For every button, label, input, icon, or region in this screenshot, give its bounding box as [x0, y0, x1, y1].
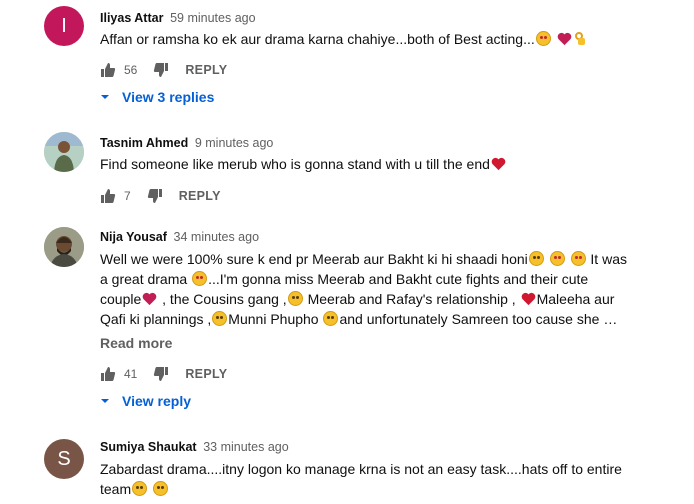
grinning-emoji-icon	[528, 251, 544, 266]
red-heart-emoji-icon	[491, 157, 506, 171]
reply-button[interactable]: REPLY	[185, 63, 227, 77]
red-heart-emoji-icon	[521, 292, 536, 306]
comment-text-line: team	[100, 481, 132, 497]
comment-text-line: a great drama	[100, 271, 188, 287]
comment-text: Find someone like merub who is gonna sta…	[100, 154, 640, 174]
comment-time[interactable]: 34 minutes ago	[174, 230, 259, 244]
thumbs-down-icon[interactable]	[153, 366, 169, 382]
comment-header: Tasnim Ahmed 9 minutes ago	[100, 135, 273, 151]
comment-text-line: , the Cousins gang ,	[162, 291, 287, 307]
thumbs-up-icon[interactable]	[100, 188, 116, 204]
grinning-emoji-icon	[132, 481, 148, 496]
avatar-photo-icon	[44, 227, 84, 267]
comment-header: Iliyas Attar 59 minutes ago	[100, 10, 256, 26]
comment-text-line: and unfortunately Samreen too cause she …	[339, 311, 618, 327]
comment-time[interactable]: 9 minutes ago	[195, 136, 274, 150]
comment-text: Well we were 100% sure k end pr Meerab a…	[100, 249, 640, 329]
comment-text: Zabardast drama....itny logon ko manage …	[100, 459, 640, 499]
comment-actions: 7 REPLY	[100, 186, 221, 206]
heart-eyes-emoji-icon	[192, 271, 208, 286]
comment-text-line: Well we were 100% sure k end pr Meerab a…	[100, 251, 528, 267]
view-replies-button[interactable]: View 3 replies	[100, 87, 214, 107]
avatar[interactable]: I	[44, 6, 84, 46]
thumbs-up-icon[interactable]	[100, 62, 116, 78]
comment-text-line: Munni Phupho	[228, 311, 319, 327]
avatar[interactable]: S	[44, 439, 84, 479]
comments-section: I Iliyas Attar 59 minutes ago Affan or r…	[0, 0, 694, 504]
avatar-photo-icon	[44, 132, 84, 172]
chevron-down-icon	[100, 396, 110, 406]
avatar[interactable]	[44, 227, 84, 267]
thumbs-down-icon[interactable]	[153, 62, 169, 78]
comment-text-line: Find someone like merub who is gonna sta…	[100, 156, 490, 172]
like-count: 41	[124, 367, 138, 381]
heart-eyes-emoji-icon	[535, 31, 551, 46]
heart-eyes-emoji-icon	[570, 251, 586, 266]
laughing-emoji-icon	[323, 311, 339, 326]
like-count: 56	[124, 63, 138, 77]
comment-text-line: Zabardast drama....itny logon ko manage …	[100, 461, 622, 477]
sparkling-heart-emoji-icon	[557, 32, 572, 46]
grinning-emoji-icon	[153, 481, 169, 496]
heart-eyes-emoji-icon	[549, 251, 565, 266]
comment-text-line: Qafi ki plannings ,	[100, 311, 212, 327]
thumbs-down-icon[interactable]	[147, 188, 163, 204]
comment-text-line: ...I'm gonna miss Meerab and Bakht cute …	[208, 271, 589, 287]
comment-actions: 41 REPLY	[100, 364, 227, 384]
comment-author[interactable]: Iliyas Attar	[100, 11, 163, 25]
comment-time[interactable]: 59 minutes ago	[170, 11, 255, 25]
comment-text: Affan or ramsha ko ek aur drama karna ch…	[100, 29, 640, 49]
thumbs-up-icon[interactable]	[100, 366, 116, 382]
sparkling-heart-emoji-icon	[142, 292, 157, 306]
chevron-down-icon	[100, 92, 110, 102]
grinning-sweat-emoji-icon	[212, 311, 228, 326]
reply-button[interactable]: REPLY	[185, 367, 227, 381]
comment-author[interactable]: Sumiya Shaukat	[100, 440, 197, 454]
comment-actions: 56 REPLY	[100, 60, 227, 80]
view-replies-label: View reply	[122, 393, 192, 409]
avatar[interactable]	[44, 132, 84, 172]
comment-author[interactable]: Nija Yousaf	[100, 230, 167, 244]
ok-hand-emoji-icon	[574, 31, 586, 46]
view-replies-label: View 3 replies	[122, 89, 215, 105]
comment-header: Sumiya Shaukat 33 minutes ago	[100, 439, 289, 455]
comment-author[interactable]: Tasnim Ahmed	[100, 136, 188, 150]
read-more-button[interactable]: Read more	[100, 335, 172, 351]
comment-text-line: Meerab and Rafay's relationship ,	[307, 291, 516, 307]
comment-text-line: Maleeha aur	[536, 291, 615, 307]
like-count: 7	[124, 189, 131, 203]
comment-header: Nija Yousaf 34 minutes ago	[100, 229, 259, 245]
comment-text-line: Affan or ramsha ko ek aur drama karna ch…	[100, 31, 535, 47]
view-replies-button[interactable]: View reply	[100, 391, 191, 411]
reply-button[interactable]: REPLY	[179, 189, 221, 203]
hugging-emoji-icon	[287, 291, 303, 306]
comment-time[interactable]: 33 minutes ago	[203, 440, 288, 454]
comment-text-line: couple	[100, 291, 142, 307]
comment-text-line: It was	[590, 251, 627, 267]
